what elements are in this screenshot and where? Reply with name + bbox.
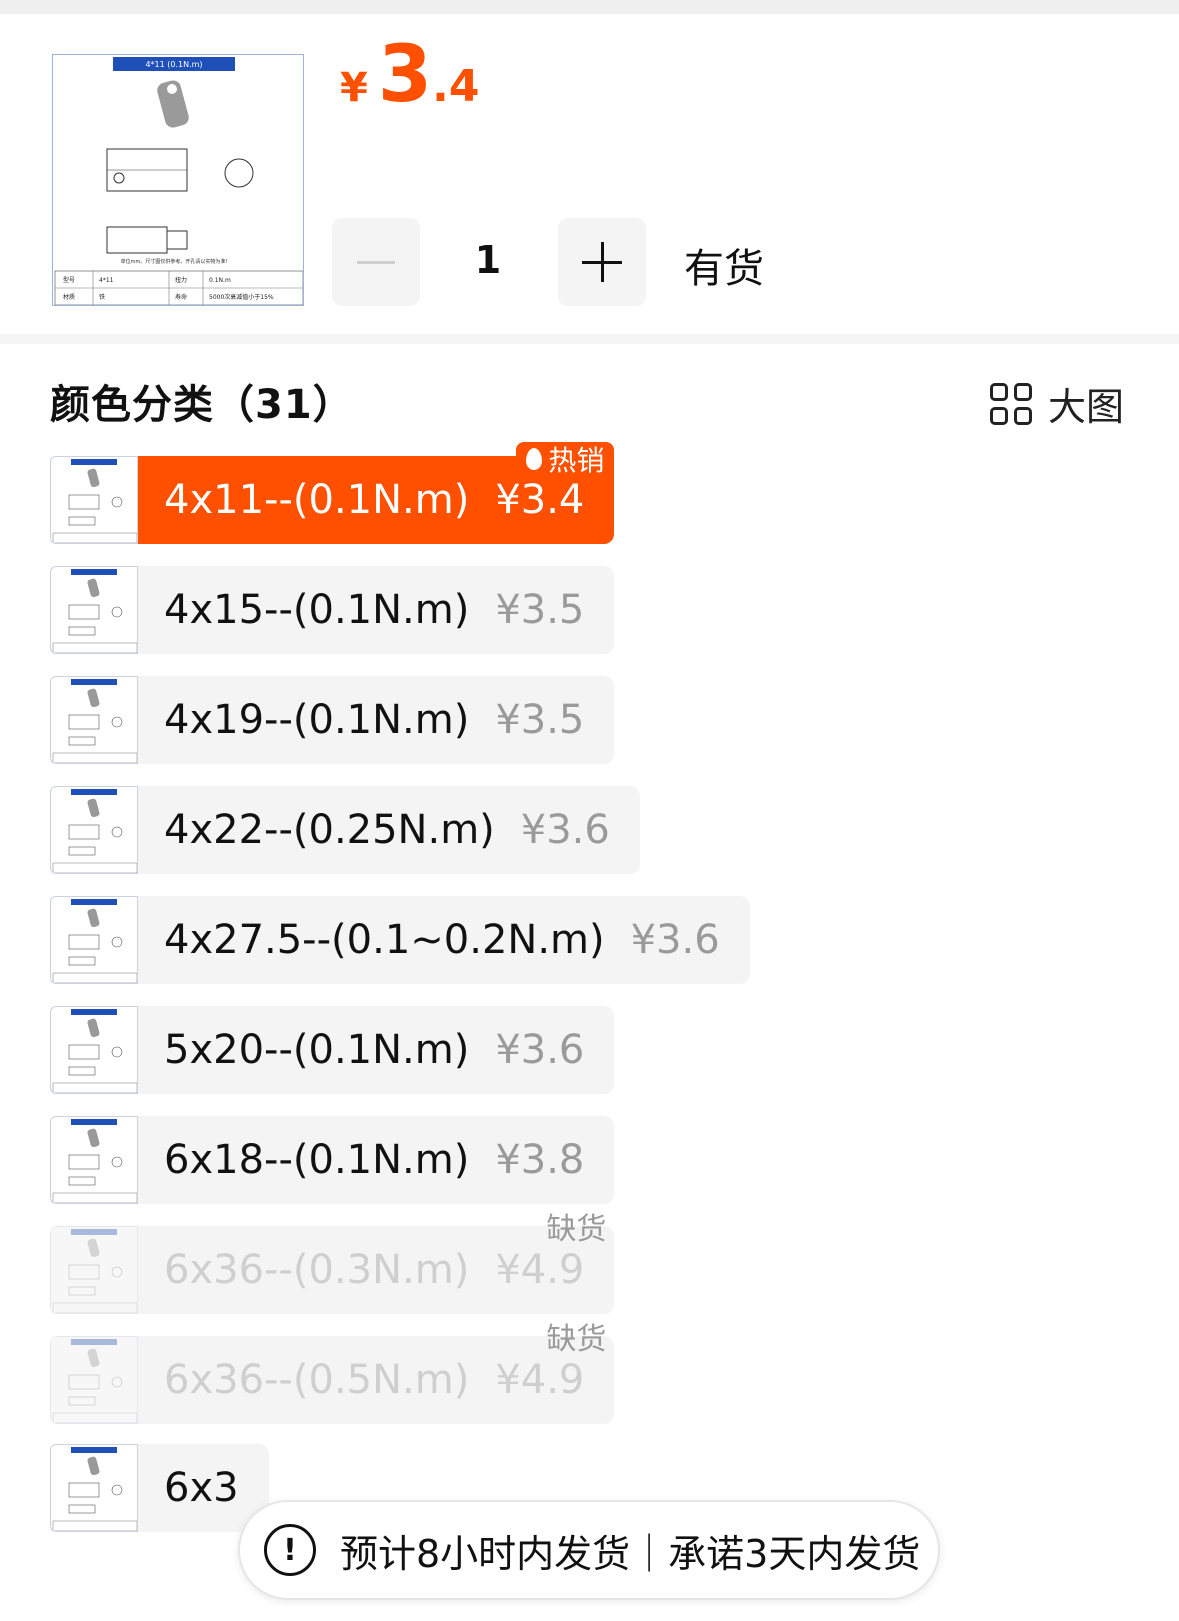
option-label: 4x15--(0.1N.m) (164, 587, 470, 633)
option-chip[interactable]: 6x18--(0.1N.m) ¥3.8 (50, 1116, 615, 1204)
option-thumbnail (50, 676, 138, 764)
option-label: 4x22--(0.25N.m) (164, 807, 495, 853)
hot-sale-badge: 热销 (516, 442, 615, 477)
option-thumbnail (50, 1336, 138, 1424)
product-image[interactable]: 4*11 (0.1N.m) 单位mm。尺寸图仅供参考。开孔请以实物为准! 型号 … (52, 54, 304, 306)
price-decimal: .4 (432, 61, 480, 112)
option-chip[interactable]: 4x15--(0.1N.m) ¥3.5 (50, 566, 615, 654)
minus-icon (357, 260, 395, 264)
option-label: 4x19--(0.1N.m) (164, 697, 470, 743)
thumb-cell: 铁 (99, 293, 105, 301)
option-price: ¥3.6 (630, 917, 720, 963)
option-chip[interactable]: 6x36--(0.3N.m) ¥4.9 缺货 (50, 1212, 615, 1314)
decrease-quantity-button[interactable] (332, 218, 420, 306)
shipping-text: 预计8小时内发货｜承诺3天内发货 (340, 1531, 921, 1576)
thumb-cell: 寿命 (175, 293, 187, 301)
option-thumbnail (50, 1444, 138, 1532)
category-title: 颜色分类（31） (50, 382, 354, 428)
option-price: ¥3.5 (495, 697, 585, 743)
thumb-header: 4*11 (0.1N.m) (145, 60, 202, 69)
big-view-label: 大图 (1048, 385, 1125, 429)
big-view-toggle[interactable]: 大图 (990, 376, 1124, 431)
thumb-cell: 型号 (63, 276, 75, 284)
option-price: ¥3.4 (495, 477, 585, 523)
quantity-value[interactable]: 1 (458, 238, 518, 282)
option-chip[interactable]: 6x3 (50, 1444, 269, 1532)
thumb-cell: 4*11 (99, 277, 114, 284)
price: ¥ 3 .4 (340, 36, 479, 114)
option-price: ¥3.6 (495, 1027, 585, 1073)
out-of-stock-badge: 缺货 (546, 1322, 607, 1357)
option-thumbnail (50, 896, 138, 984)
option-label: 5x20--(0.1N.m) (164, 1027, 470, 1073)
option-label: 6x18--(0.1N.m) (164, 1137, 470, 1183)
grid-icon (990, 382, 1032, 425)
increase-quantity-button[interactable] (558, 218, 646, 306)
option-thumbnail (50, 1116, 138, 1204)
price-integer: 3 (377, 30, 433, 120)
hot-sale-text: 热销 (548, 444, 605, 477)
option-label: 4x11--(0.1N.m) (164, 477, 470, 523)
option-price: ¥4.9 (495, 1357, 585, 1403)
out-of-stock-badge: 缺货 (546, 1212, 607, 1247)
option-label: 6x36--(0.3N.m) (164, 1247, 470, 1293)
option-chip[interactable]: 5x20--(0.1N.m) ¥3.6 (50, 1006, 615, 1094)
option-thumbnail (50, 456, 138, 544)
thumb-cell: 5000次衰减值小于15% (209, 293, 274, 301)
option-label: 4x27.5--(0.1~0.2N.m) (164, 917, 605, 963)
option-chip[interactable]: 4x19--(0.1N.m) ¥3.5 (50, 676, 615, 764)
shipping-notice: ! 预计8小时内发货｜承诺3天内发货 (240, 1502, 938, 1598)
thumb-note: 单位mm。尺寸图仅供参考。开孔请以实物为准! (121, 258, 228, 265)
option-price: ¥3.8 (495, 1137, 585, 1183)
option-price: ¥4.9 (495, 1247, 585, 1293)
option-price: ¥3.6 (520, 807, 610, 853)
thumb-cell: 材质 (63, 293, 75, 301)
thumb-cell: 扭力 (175, 276, 187, 284)
option-thumbnail (50, 1006, 138, 1094)
option-thumbnail (50, 1226, 138, 1314)
option-label: 6x3 (164, 1465, 239, 1511)
option-chip[interactable]: 4x11--(0.1N.m) ¥3.4 热销 (50, 442, 615, 544)
info-icon: ! (264, 1524, 316, 1576)
flame-icon (526, 448, 543, 470)
thumb-cell: 0.1N.m (209, 277, 231, 284)
option-thumbnail (50, 786, 138, 874)
top-strip (0, 0, 1179, 14)
stock-status: 有货 (684, 246, 764, 292)
option-thumbnail (50, 566, 138, 654)
price-currency: ¥ (340, 65, 368, 111)
section-divider (0, 334, 1179, 344)
option-chip[interactable]: 4x27.5--(0.1~0.2N.m) ¥3.6 (50, 896, 750, 984)
option-price: ¥3.5 (495, 587, 585, 633)
option-chip[interactable]: 6x36--(0.5N.m) ¥4.9 缺货 (50, 1322, 615, 1424)
option-label: 6x36--(0.5N.m) (164, 1357, 470, 1403)
option-chip[interactable]: 4x22--(0.25N.m) ¥3.6 (50, 786, 640, 874)
